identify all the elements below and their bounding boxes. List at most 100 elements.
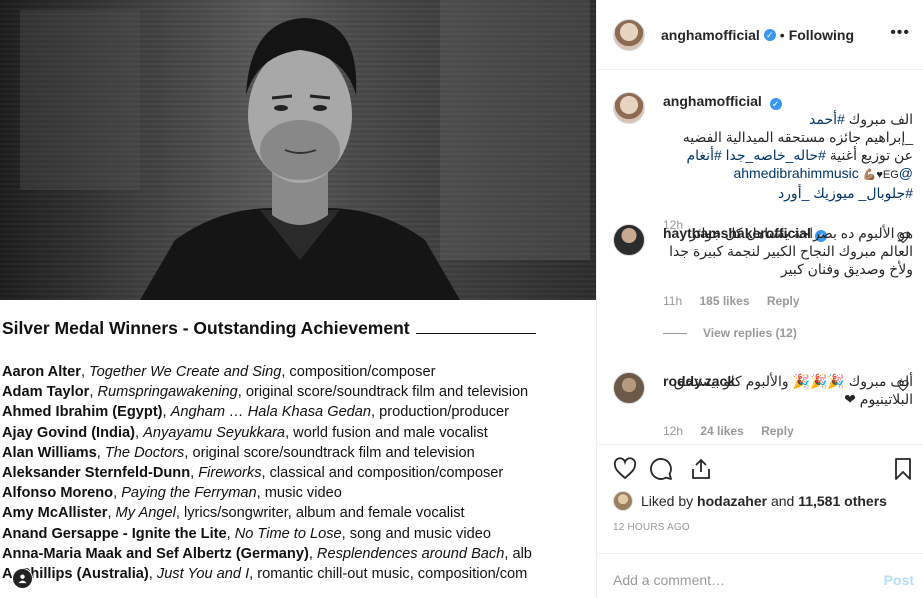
winner-name: Anand Gersappe - Ignite the Lite — [2, 525, 227, 542]
hashtag-link[interactable]: #أنغام — [686, 147, 721, 163]
caption: anghamofficial ✓ الف مبروك #أحمد _إبراهي… — [613, 92, 913, 234]
separator-dot: • — [779, 26, 785, 43]
winner-category: , classical and composition/composer — [261, 465, 504, 482]
winner-work: My Angel — [115, 505, 176, 522]
winner-work: Resplendences around Bach — [316, 545, 505, 562]
winner-category: , production/producer — [371, 404, 509, 421]
liker-username[interactable]: hodazaher — [697, 493, 767, 509]
winner-name: Amy McAllister — [2, 505, 108, 522]
author-username[interactable]: anghamofficial — [661, 27, 760, 43]
hashtag-link[interactable]: #أحمد — [809, 111, 845, 127]
liker-avatar[interactable] — [613, 491, 633, 511]
add-comment-bar: Add a comment… Post — [597, 553, 923, 598]
hashtag-link[interactable]: #جلوبال_ ميوزيك _أورد — [778, 185, 913, 201]
reply-button[interactable]: Reply — [761, 424, 794, 438]
view-replies-button[interactable]: View replies (12) — [663, 324, 913, 342]
comment-icon[interactable] — [649, 457, 673, 481]
comment-likes[interactable]: 185 likes — [699, 294, 749, 308]
winner-work: Just You and I — [156, 566, 250, 583]
caption-line: _إبراهيم جائزه مستحقه الميدالية الفضيه — [682, 129, 913, 145]
caption-username[interactable]: anghamofficial — [663, 93, 762, 109]
comment: haythamshakerofficial ✓ هو الألبوم ده بصر… — [613, 224, 913, 342]
caption-line: الف مبروك — [844, 111, 913, 127]
winner-row: Anna-Maria Maak and Sef Albertz (Germany… — [2, 545, 532, 562]
post-details-panel: anghamofficial ✓ • Following ••• anghamo… — [596, 0, 923, 598]
author-avatar[interactable] — [613, 18, 645, 51]
likes-summary[interactable]: Liked by hodazaher and 11,581 others — [613, 491, 887, 511]
winner-name: Anna-Maria Maak and Sef Albertz (Germany… — [2, 545, 309, 562]
reply-button[interactable]: Reply — [767, 294, 800, 308]
comment-text: ألف مبروك 🎉🎉🎉 والألبوم كلو بيستحق البلات… — [673, 373, 913, 407]
comments-thread[interactable]: anghamofficial ✓ الف مبروك #أحمد _إبراهي… — [597, 70, 923, 444]
winner-row: Anand Gersappe - Ignite the Lite, No Tim… — [2, 525, 491, 542]
caption-line: عن توزيع أغنية — [825, 147, 913, 163]
winner-work: Angham … Hala Khasa Gedan — [170, 404, 372, 421]
likes-and: and — [767, 493, 799, 509]
tagged-people-icon[interactable] — [12, 568, 33, 589]
winner-work: Anyayamu Seyukkara — [143, 424, 286, 441]
commenter-avatar[interactable] — [613, 224, 645, 256]
likes-prefix: Liked by — [641, 493, 698, 509]
winners-list: Aaron Alter, Together We Create and Sing… — [2, 362, 596, 584]
winner-category: , romantic chill-out music, composition/… — [249, 566, 528, 583]
caption-text: الف مبروك #أحمد _إبراهيم جائزه مستحقه ال… — [663, 110, 913, 202]
comment-text: هو الألبوم ده بصراحة يستاهل كل جوائز الع… — [669, 225, 913, 277]
winner-row: A. Phillips (Australia), Just You and I,… — [2, 566, 528, 583]
award-document: Silver Medal Winners - Outstanding Achie… — [0, 300, 596, 598]
winner-name: Aaron Alter — [2, 364, 81, 380]
winner-name: Alan Williams — [2, 444, 97, 461]
winner-category: , lyrics/songwriter, album and female vo… — [175, 505, 465, 522]
winner-category: , composition/composer — [281, 364, 436, 380]
winner-row: Aleksander Sternfeld-Dunn, Fireworks, cl… — [2, 465, 504, 482]
winner-row: Alfonso Moreno, Paying the Ferryman, mus… — [2, 485, 342, 502]
post-image[interactable]: Silver Medal Winners - Outstanding Achie… — [0, 0, 596, 598]
heart-icon[interactable] — [613, 457, 637, 481]
winner-work: Fireworks — [198, 465, 262, 482]
winner-category: , world fusion and male vocalist — [285, 424, 488, 441]
winner-name: Ahmed Ibrahim (Egypt) — [2, 404, 163, 421]
following-button[interactable]: Following — [789, 27, 854, 43]
comment-time[interactable]: 12h — [663, 424, 683, 438]
winner-row: Aaron Alter, Together We Create and Sing… — [2, 364, 436, 380]
post-timestamp[interactable]: 12 HOURS AGO — [613, 522, 690, 533]
winner-work: Rumspringawakening — [97, 384, 238, 401]
winner-category: , song and music video — [341, 525, 491, 542]
winner-category: , alb — [504, 545, 532, 562]
author-avatar[interactable] — [613, 92, 645, 124]
document-title: Silver Medal Winners - Outstanding Achie… — [2, 318, 536, 339]
post-actions: Liked by hodazaher and 11,581 others 12 … — [597, 444, 923, 598]
portrait-photo — [0, 0, 596, 300]
post-header: anghamofficial ✓ • Following ••• — [597, 0, 923, 70]
winner-name: Aleksander Sternfeld-Dunn — [2, 465, 191, 482]
comment: roddy.zack ألف مبروك 🎉🎉🎉 والألبوم كلو بي… — [613, 372, 913, 440]
winner-category: , original score/soundtrack film and tel… — [184, 444, 475, 461]
winner-category: , music video — [256, 485, 342, 502]
winner-row: Ajay Govind (India), Anyayamu Seyukkara,… — [2, 424, 488, 441]
comment-likes[interactable]: 24 likes — [700, 424, 743, 438]
caption-emoji: 💪🏽♥EG — [862, 169, 899, 181]
post-comment-button[interactable]: Post — [884, 572, 914, 588]
more-icon[interactable]: ••• — [890, 24, 910, 42]
heart-icon[interactable] — [897, 380, 909, 392]
bookmark-icon[interactable] — [891, 457, 915, 481]
winner-work: Together We Create and Sing — [89, 364, 282, 380]
likes-count[interactable]: 11,581 others — [798, 493, 887, 509]
winner-row: Ahmed Ibrahim (Egypt), Angham … Hala Kha… — [2, 404, 509, 421]
commenter-avatar[interactable] — [613, 372, 645, 404]
winner-row: Alan Williams, The Doctors, original sco… — [2, 444, 475, 461]
winner-name: Adam Taylor — [2, 384, 90, 401]
view-replies-label: View replies (12) — [703, 326, 797, 340]
winner-row: Adam Taylor, Rumspringawakening, origina… — [2, 384, 529, 401]
heart-icon[interactable] — [897, 232, 909, 244]
winner-name: Ajay Govind (India) — [2, 424, 135, 441]
comment-time[interactable]: 11h — [663, 294, 682, 308]
verified-icon: ✓ — [769, 98, 782, 110]
winner-work: The Doctors — [104, 444, 185, 461]
hashtag-link[interactable]: #حاله_خاصه_جدا — [726, 147, 826, 163]
verified-icon: ✓ — [763, 28, 776, 41]
winner-row: Amy McAllister, My Angel, lyrics/songwri… — [2, 505, 465, 522]
winner-name: Alfonso Moreno — [2, 485, 114, 502]
comment-input[interactable]: Add a comment… — [613, 572, 725, 588]
winner-work: No Time to Lose — [234, 525, 342, 542]
share-icon[interactable] — [689, 457, 713, 481]
